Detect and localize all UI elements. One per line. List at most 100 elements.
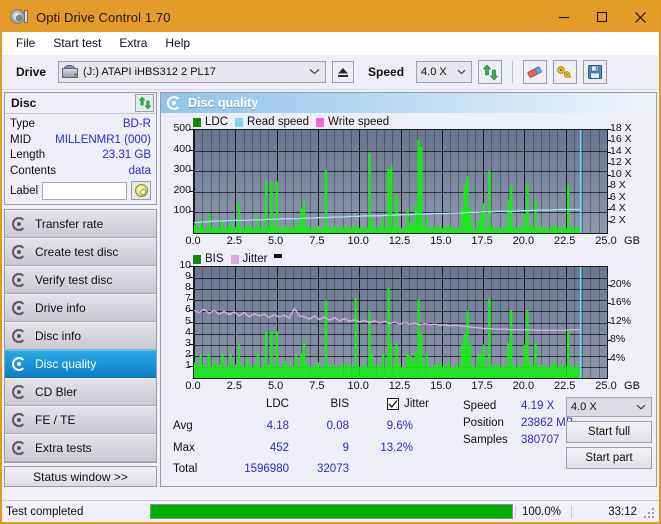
drive-select-value: (J:) ATAPI iHBS312 2 PL17 [83, 66, 216, 78]
y2-axis-tick [607, 186, 611, 187]
y-axis-tick-label: 9 [165, 271, 191, 282]
y-axis-tick [189, 288, 193, 289]
sidebar-item-create-test-disc[interactable]: Create test disc [5, 238, 156, 266]
y2-axis-tick-label: 8 X [610, 179, 626, 192]
eject-button[interactable] [332, 61, 355, 83]
disc-row-contents: Contents data [10, 164, 151, 180]
x-axis-tick-label: 15.0 [430, 235, 452, 247]
drive-label: Drive [16, 65, 47, 79]
close-icon[interactable] [621, 2, 659, 32]
sidebar-item-disc-info[interactable]: Disc info [5, 322, 156, 350]
bar-series [194, 140, 581, 233]
eraser-button[interactable] [523, 60, 548, 84]
disc-icon [12, 413, 26, 427]
bis-chart: 12345678910 4% 8% 12% 16% 20% 0.0 2.5 5.0 7.5 10.0… [165, 260, 652, 394]
disc-row-mid: MID MILLENMR1 (000) [10, 133, 151, 149]
key-button[interactable] [553, 60, 578, 84]
window-title: Opti Drive Control 1.70 [36, 9, 171, 25]
cd-icon-button[interactable] [131, 181, 151, 200]
jitter-checkbox-group[interactable]: Jitter [387, 398, 429, 410]
sidebar-item-extra-tests[interactable]: Extra tests [5, 434, 156, 462]
save-button[interactable] [583, 60, 608, 84]
x-axis-tick-label: 5.0 [267, 380, 284, 392]
app-window: Opti Drive Control 1.70 File Start test … [0, 0, 661, 524]
test-speed-select[interactable]: 4.0 X [566, 397, 652, 417]
stats-row-avg-bis: 0.08 [326, 419, 349, 432]
app-disc-icon [10, 8, 28, 26]
disc-row-contents-key: Contents [10, 164, 57, 177]
x-axis-tick-label: 0.0 [185, 235, 201, 247]
disc-row-contents-value: data [128, 164, 151, 177]
maximize-icon[interactable] [583, 2, 621, 32]
title-bar: Opti Drive Control 1.70 [2, 2, 659, 32]
menu-help[interactable]: Help [157, 34, 198, 52]
legend-label: Jitter [242, 253, 268, 265]
resize-grip-icon[interactable] [643, 505, 657, 519]
y2-axis-tick [607, 285, 611, 286]
disc-refresh-button[interactable] [135, 94, 154, 112]
x-axis-tick-label: 20.0 [512, 380, 535, 392]
status-window-button[interactable]: Status window >> [4, 466, 157, 487]
y-axis-tick [189, 355, 193, 356]
plot-svg [194, 267, 607, 378]
disc-label-input[interactable] [42, 181, 127, 200]
chevron-down-icon [457, 66, 466, 78]
drive-select[interactable]: (J:) ATAPI iHBS312 2 PL17 [58, 61, 327, 83]
refresh-button[interactable] [478, 60, 503, 84]
disc-info-panel: Disc Type BD-R MID MILLENMR1 (000) Lengt… [4, 92, 157, 205]
start-part-button[interactable]: Start part [566, 447, 652, 469]
y-axis-tick-label: 6 [165, 304, 191, 315]
disc-info-rows: Type BD-R MID MILLENMR1 (000) Length 23.… [5, 114, 156, 204]
disc-row-length-value: 23.31 GB [102, 149, 151, 161]
disc-icon [12, 357, 26, 371]
sidebar-item-label: Disc info [35, 329, 82, 343]
x-axis-tick-label: 17.5 [471, 235, 493, 247]
sidebar-item-transfer-rate[interactable]: Transfer rate [5, 210, 156, 238]
jitter-label: Jitter [404, 398, 429, 410]
y-axis-tick [189, 310, 193, 311]
x-axis-tick-label: 0.0 [185, 380, 201, 392]
x-axis-tick-label: 12.5 [388, 380, 411, 392]
legend-swatch [316, 117, 325, 127]
y-axis-tick-label: 4 [185, 325, 191, 338]
legend-swatch [230, 254, 239, 264]
sidebar-item-verify-test-disc[interactable]: Verify test disc [5, 266, 156, 294]
jitter-checkbox[interactable] [387, 398, 399, 410]
stats-col-bis: BIS [330, 398, 349, 410]
sidebar-item-disc-quality[interactable]: Disc quality [5, 350, 156, 378]
x-axis-tick-label: 20.0 [512, 235, 535, 247]
disc-icon [12, 245, 26, 259]
stats-row-avg-jitter: 9.6% [386, 419, 413, 432]
sidebar-item-fe-te[interactable]: FE / TE [5, 406, 156, 434]
speed-select[interactable]: 4.0 X [416, 61, 473, 83]
sidebar-item-label: Create test disc [35, 245, 119, 259]
action-buttons: 4.0 X Start full Start part [566, 397, 652, 469]
legend-swatch [235, 117, 244, 127]
menu-start-test[interactable]: Start test [45, 34, 109, 52]
y-axis-tick [189, 322, 193, 323]
y2-axis-tick [607, 340, 611, 341]
sidebar-item-cd-bler[interactable]: CD Bler [5, 378, 156, 406]
toolbar: Drive (J:) ATAPI iHBS312 2 PL17 Speed 4.… [2, 55, 659, 90]
menu-file[interactable]: File [8, 34, 43, 52]
y2-axis-tick-label: 16 X [610, 133, 632, 146]
disc-panel-title: Disc [11, 96, 37, 110]
legend-bis: BIS Jitter [165, 252, 652, 266]
disc-icon [12, 385, 26, 399]
y2-axis-tick-label: 12% [610, 314, 632, 327]
stats-row-total-bis: 32073 [317, 463, 349, 476]
x-axis-tick-label: 2.5 [226, 235, 242, 247]
y-axis-tick [189, 333, 193, 334]
menu-extra[interactable]: Extra [111, 34, 155, 52]
sidebar-item-drive-info[interactable]: Drive info [5, 294, 156, 322]
y2-axis-tick-label: 16% [610, 296, 632, 308]
y-axis-tick [189, 129, 193, 130]
start-full-button[interactable]: Start full [566, 421, 652, 443]
disc-row-length-key: Length [10, 149, 46, 161]
x-axis-tick-label: 7.5 [309, 235, 325, 247]
left-panel: Disc Type BD-R MID MILLENMR1 (000) Lengt… [4, 92, 157, 487]
minimize-icon[interactable] [545, 2, 583, 32]
samples-row-label: Samples [463, 434, 508, 446]
disc-icon [12, 329, 26, 343]
disc-row-mid-value: MILLENMR1 (000) [55, 133, 151, 146]
